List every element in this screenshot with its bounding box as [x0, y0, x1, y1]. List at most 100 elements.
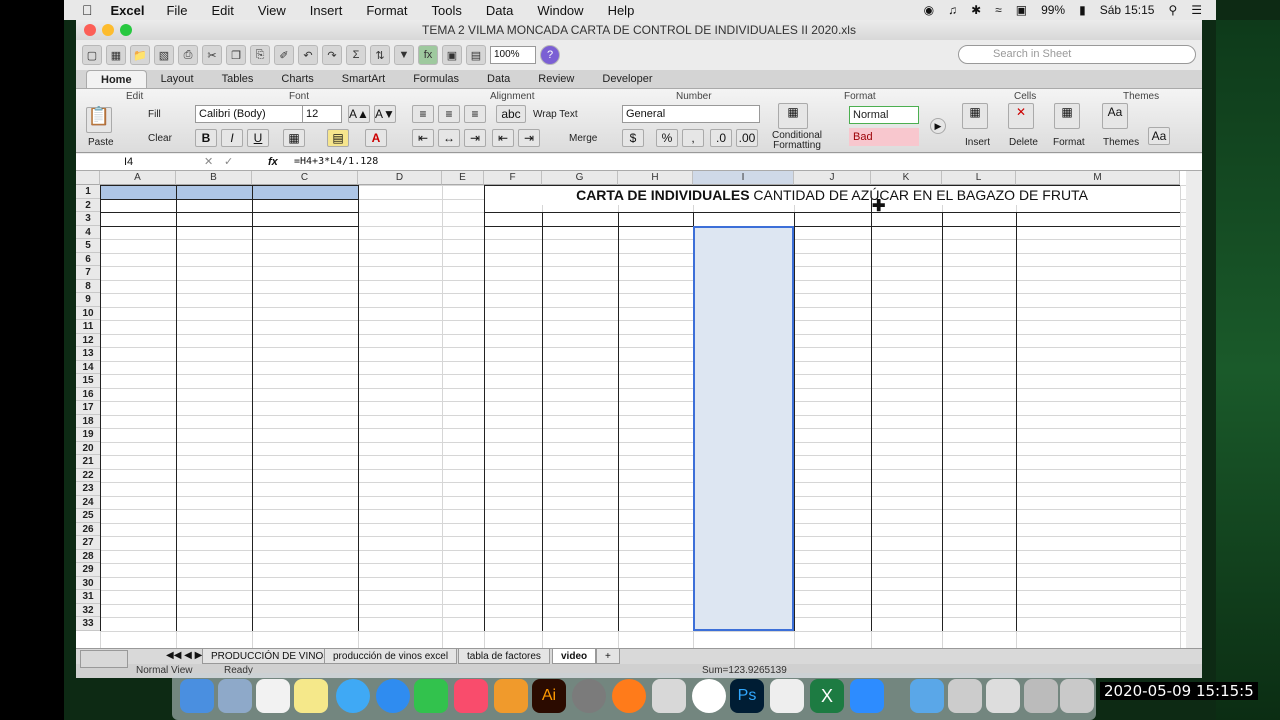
copy-icon[interactable]: ❐ — [226, 45, 246, 65]
fx-icon[interactable]: fx — [268, 154, 278, 170]
lote-cell[interactable] — [100, 320, 176, 334]
column-header[interactable]: F — [484, 171, 542, 185]
lcm-cell[interactable] — [618, 347, 693, 361]
lcr-cell[interactable] — [942, 496, 1016, 510]
brix-cell[interactable] — [176, 442, 252, 456]
zoom-icon[interactable] — [850, 679, 884, 713]
rango-cell[interactable] — [871, 361, 942, 375]
row-header[interactable]: 23 — [76, 482, 100, 496]
row-header[interactable]: 6 — [76, 252, 100, 266]
lote-cell[interactable] — [484, 347, 542, 361]
lote-cell[interactable] — [484, 293, 542, 307]
rango-cell[interactable] — [252, 320, 358, 334]
brix-cell[interactable] — [542, 428, 618, 442]
minimize-window-button[interactable] — [102, 24, 114, 36]
sheet-tab[interactable]: producción de vinos excel — [324, 649, 458, 664]
downloads-icon[interactable] — [1024, 679, 1058, 713]
row-header[interactable]: 13 — [76, 347, 100, 361]
open-icon[interactable]: 📁 — [130, 45, 150, 65]
lote-cell[interactable] — [100, 266, 176, 280]
conditional-formatting-button[interactable]: Conditional Formatting — [768, 131, 826, 151]
lote-cell[interactable] — [484, 509, 542, 523]
menu-edit[interactable]: Edit — [211, 3, 233, 18]
lcm-cell[interactable] — [618, 604, 693, 618]
lote-cell[interactable] — [484, 455, 542, 469]
rango-cell[interactable] — [871, 401, 942, 415]
lcm-cell[interactable] — [618, 293, 693, 307]
brix-cell[interactable] — [542, 509, 618, 523]
row-header[interactable]: 14 — [76, 360, 100, 374]
lote-cell[interactable] — [484, 280, 542, 294]
rango-cell[interactable] — [252, 361, 358, 375]
brix-cell[interactable] — [542, 374, 618, 388]
style-normal[interactable]: Normal — [849, 106, 919, 124]
brix-cell[interactable] — [176, 266, 252, 280]
rango-cell[interactable] — [252, 442, 358, 456]
lote-cell[interactable] — [484, 388, 542, 402]
lcr-cell[interactable] — [942, 469, 1016, 483]
rango-cell[interactable] — [871, 253, 942, 267]
rango-cell[interactable] — [871, 577, 942, 591]
rango-cell[interactable] — [871, 347, 942, 361]
lote-cell[interactable] — [100, 374, 176, 388]
brix-cell[interactable] — [176, 550, 252, 564]
lcm-cell[interactable] — [618, 334, 693, 348]
row-header[interactable]: 30 — [76, 576, 100, 590]
rango-cell[interactable] — [871, 496, 942, 510]
increase-indent-icon[interactable]: ⇥ — [518, 129, 540, 147]
rango-cell[interactable] — [871, 604, 942, 618]
brix-cell[interactable] — [176, 604, 252, 618]
font-size-select[interactable]: 12 — [302, 105, 342, 123]
brix-cell[interactable] — [176, 617, 252, 631]
row-header[interactable]: 32 — [76, 603, 100, 617]
brix-cell[interactable] — [176, 388, 252, 402]
align-right-icon[interactable]: ⇥ — [464, 129, 486, 147]
decrease-indent-icon[interactable]: ⇤ — [492, 129, 514, 147]
underline-icon[interactable]: U — [247, 129, 269, 147]
conditional-formatting-icon[interactable]: ▦ — [778, 103, 808, 129]
brix-cell[interactable] — [176, 428, 252, 442]
creative-cloud-icon[interactable]: ◉ — [924, 3, 934, 17]
row-header[interactable]: 27 — [76, 536, 100, 550]
lote-cell[interactable] — [484, 266, 542, 280]
rango-cell[interactable] — [252, 374, 358, 388]
lcm-cell[interactable] — [618, 509, 693, 523]
lote-cell[interactable] — [484, 428, 542, 442]
applications-folder-icon[interactable] — [910, 679, 944, 713]
screen-icon[interactable]: ▣ — [1016, 3, 1027, 17]
tab-home[interactable]: Home — [86, 70, 147, 88]
font-name-select[interactable]: Calibri (Body) — [195, 105, 303, 123]
lcm-cell[interactable] — [618, 550, 693, 564]
close-window-button[interactable] — [84, 24, 96, 36]
lote-cell[interactable] — [100, 307, 176, 321]
themes-button[interactable]: Themes — [1103, 137, 1139, 148]
brix-cell[interactable] — [542, 226, 618, 240]
brix-cell[interactable] — [542, 253, 618, 267]
rango-cell[interactable] — [252, 388, 358, 402]
menu-insert[interactable]: Insert — [310, 3, 343, 18]
lote-cell[interactable] — [100, 415, 176, 429]
rango-cell[interactable] — [871, 455, 942, 469]
row-header[interactable]: 20 — [76, 441, 100, 455]
tab-formulas[interactable]: Formulas — [399, 70, 473, 88]
apple-icon[interactable]:  — [82, 2, 93, 18]
lote-cell[interactable] — [484, 239, 542, 253]
cut-icon[interactable]: ✂ — [202, 45, 222, 65]
lote-cell[interactable] — [484, 401, 542, 415]
lcm-cell[interactable] — [618, 482, 693, 496]
tab-developer[interactable]: Developer — [588, 70, 666, 88]
lote-cell[interactable] — [100, 509, 176, 523]
sheet-tab[interactable]: tabla de factores — [458, 649, 550, 664]
lcr-cell[interactable] — [942, 428, 1016, 442]
brix-cell[interactable] — [542, 307, 618, 321]
lcr-cell[interactable] — [942, 239, 1016, 253]
lcm-cell[interactable] — [618, 401, 693, 415]
lcm-cell[interactable] — [618, 442, 693, 456]
lcm-cell[interactable] — [618, 577, 693, 591]
insert-cells-icon[interactable]: ▦ — [962, 103, 988, 129]
autosum-icon[interactable]: Σ — [346, 45, 366, 65]
lote-cell[interactable] — [484, 482, 542, 496]
brix-cell[interactable] — [542, 577, 618, 591]
rango-cell[interactable] — [871, 442, 942, 456]
rango-cell[interactable] — [871, 509, 942, 523]
